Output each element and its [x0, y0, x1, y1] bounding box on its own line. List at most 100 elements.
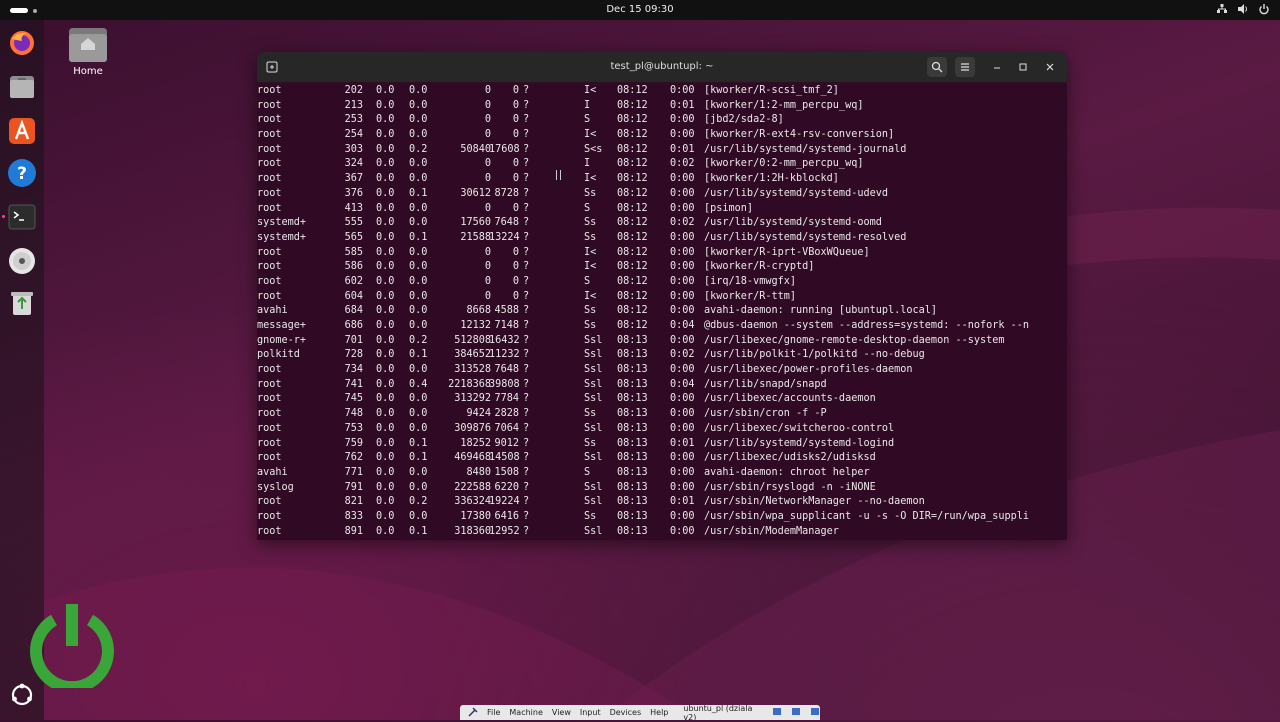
process-tty: ? — [523, 393, 530, 405]
process-user: root — [257, 364, 282, 376]
process-start: 08:13 — [617, 378, 648, 390]
process-vsz: 0 — [484, 290, 491, 302]
process-cpu: 0.0 — [376, 481, 395, 493]
process-time: 0:02 — [670, 158, 695, 170]
process-mem: 0.0 — [409, 85, 428, 96]
process-start: 08:12 — [617, 261, 648, 273]
process-stat: Ssl — [584, 334, 603, 346]
process-stat: S — [584, 466, 591, 478]
process-row: root 821 0.0 0.2 336324 19224? Ssl 08:13 0:01/us… — [257, 495, 1067, 510]
hamburger-icon — [961, 63, 969, 71]
vm-status-icon-c[interactable] — [810, 707, 820, 718]
disc-icon[interactable] — [7, 246, 37, 276]
process-vsz: 0 — [484, 85, 491, 96]
process-pid: 565 — [344, 231, 363, 243]
firefox-icon[interactable] — [7, 28, 37, 58]
app-center-icon[interactable] — [7, 116, 37, 146]
process-cpu: 0.0 — [376, 114, 395, 126]
trash-icon[interactable] — [7, 288, 37, 318]
process-tty: ? — [523, 378, 530, 390]
process-mem: 0.0 — [409, 481, 428, 493]
vm-status-icon-a[interactable] — [772, 707, 782, 718]
process-mem: 0.0 — [409, 305, 428, 317]
process-tty: ? — [523, 422, 530, 434]
close-button[interactable] — [1040, 57, 1060, 77]
process-user: message+ — [257, 320, 307, 331]
terminal-output[interactable]: root 202 0.0 0.0 0 0? I< 08:12 0:00 [kworker/R-sc… — [257, 84, 1067, 540]
process-user: root — [257, 510, 282, 522]
process-row: message+ 686 0.0 0.0 12132 7148? Ss 08:12 0:04 @d… — [257, 319, 1067, 334]
process-vsz: 336324 — [454, 496, 491, 508]
vm-menu-input[interactable]: Input — [580, 708, 601, 717]
maximize-icon — [1019, 63, 1027, 71]
process-mem: 0.0 — [409, 393, 428, 405]
process-cpu: 0.0 — [376, 437, 395, 449]
files-icon[interactable] — [7, 72, 37, 102]
minimize-button[interactable] — [987, 57, 1007, 77]
process-tty: ? — [523, 349, 530, 361]
search-button[interactable] — [927, 57, 947, 77]
process-user: root — [257, 99, 282, 111]
process-stat: Ssl — [584, 452, 603, 464]
process-rss: 6416 — [494, 510, 519, 522]
process-cmd: [kworker/R-cryptd] — [704, 261, 815, 273]
process-time: 0:00 — [670, 275, 695, 287]
vm-menu-help[interactable]: Help — [650, 708, 668, 717]
process-vsz: 8480 — [466, 466, 491, 478]
vm-menu-devices[interactable]: Devices — [610, 708, 642, 717]
process-vsz: 12132 — [460, 320, 491, 331]
process-cpu: 0.0 — [376, 99, 395, 111]
process-cmd: /usr/lib/systemd/systemd-journald — [704, 143, 907, 155]
system-tray[interactable] — [1216, 3, 1270, 15]
process-user: root — [257, 202, 282, 214]
process-tty: ? — [523, 408, 530, 420]
process-pid: 734 — [344, 364, 363, 376]
process-start: 08:12 — [617, 85, 648, 96]
process-user: root — [257, 378, 282, 390]
menu-button[interactable] — [955, 57, 975, 77]
vm-menu-machine[interactable]: Machine — [509, 708, 543, 717]
process-rss: 16432 — [489, 334, 520, 346]
process-cmd: [kworker/R-ext4-rsv-conversion] — [704, 129, 895, 141]
process-stat: Ss — [584, 187, 597, 199]
process-start: 08:12 — [617, 114, 648, 126]
terminal-window[interactable]: test_pl@ubuntupl: ~ root 202 0.0 0.0 0 0? I< 08… — [257, 52, 1067, 540]
process-rss: 9012 — [494, 437, 519, 449]
process-vsz: 9424 — [466, 408, 491, 420]
clock[interactable]: Dec 15 09:30 — [0, 4, 1280, 15]
process-tty: ? — [523, 173, 530, 185]
process-rss: 0 — [512, 173, 519, 185]
vm-menu-view[interactable]: View — [552, 708, 571, 717]
process-cmd: /usr/sbin/rsyslogd -n -iNONE — [704, 481, 876, 493]
process-rss: 0 — [512, 158, 519, 170]
process-stat: I — [584, 158, 591, 170]
process-user: root — [257, 143, 282, 155]
process-cpu: 0.0 — [376, 261, 395, 273]
process-start: 08:12 — [617, 217, 648, 229]
process-tty: ? — [523, 437, 530, 449]
vm-tool-icon[interactable] — [468, 706, 478, 719]
process-time: 0:00 — [670, 187, 695, 199]
vm-status-icon-b[interactable] — [791, 707, 801, 718]
process-vsz: 0 — [484, 114, 491, 126]
process-stat: Ss — [584, 217, 597, 229]
process-row: root 602 0.0 0.0 0 0? S 08:12 0:00 [irq/18-vmwgfx… — [257, 275, 1067, 290]
help-icon[interactable]: ? — [7, 158, 37, 188]
process-cmd: /usr/lib/systemd/systemd-udevd — [704, 187, 889, 199]
process-start: 08:13 — [617, 334, 648, 346]
desktop-home-folder[interactable]: Home — [64, 28, 112, 77]
process-start: 08:12 — [617, 290, 648, 302]
process-tty: ? — [523, 334, 530, 346]
process-user: root — [257, 129, 282, 141]
process-rss: 0 — [512, 290, 519, 302]
process-user: root — [257, 290, 282, 302]
terminal-icon[interactable] — [7, 202, 37, 232]
maximize-button[interactable] — [1013, 57, 1033, 77]
process-start: 08:13 — [617, 408, 648, 420]
top-bar: Dec 15 09:30 — [0, 0, 1280, 20]
process-vsz: 8668 — [466, 305, 491, 317]
window-titlebar[interactable]: test_pl@ubuntupl: ~ — [257, 52, 1067, 82]
process-pid: 602 — [344, 275, 363, 287]
vm-menu-file[interactable]: File — [487, 708, 500, 717]
process-pid: 753 — [344, 422, 363, 434]
